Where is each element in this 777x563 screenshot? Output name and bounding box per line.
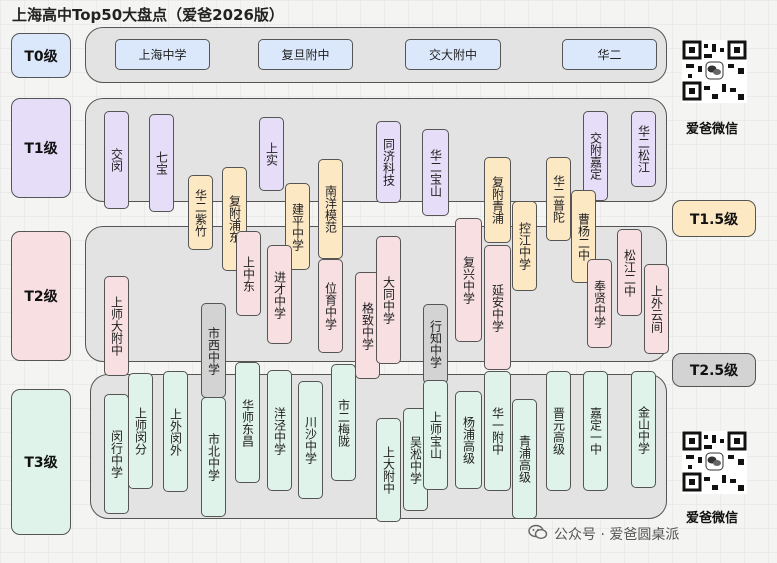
school-nanyang-mofan: 南洋模范 [318,159,343,259]
tier-label-t3: T3级 [11,389,71,535]
school-qingpu: 青浦高级 [512,399,537,519]
school-jiaoda-affiliated: 交大附中 [405,39,501,70]
qr-code-icon [682,431,747,494]
brand-label-bottom: 爱爸微信 [686,511,739,526]
school-minhang: 闵行中学 [104,394,129,514]
watermark-text: 公众号 · 爱爸圆桌派 [554,527,680,543]
school-datong: 大同中学 [376,236,401,364]
school-shier-meilong: 市二梅陇 [331,364,356,481]
school-jiading-yizhong: 嘉定一中 [583,371,608,491]
school-songjiang-erzhong: 松江二中 [617,229,642,316]
school-shangwai-yunjian: 上外云间 [644,264,669,354]
school-shangzhongdong: 上中东 [236,231,261,316]
school-jinshan: 金山中学 [631,371,656,488]
school-huashi-dongchang: 华师东昌 [235,362,260,483]
school-huaer-songjiang: 华二松江 [631,111,656,187]
school-jinyuan: 晋元高级 [546,371,571,491]
school-fudan-affiliated: 复旦附中 [258,39,353,70]
tier-label-t2-5: T2.5级 [672,353,756,387]
tier-label-t2: T2级 [11,231,71,361]
school-kongjiang: 控江中学 [512,201,537,291]
school-chuansha: 川沙中学 [298,381,323,499]
school-shanghai-high: 上海中学 [115,39,210,70]
school-fuxing: 复兴中学 [455,218,482,342]
school-shangshi-baoshan: 上师宝山 [423,380,448,490]
school-huaer-baoshan: 华二宝山 [422,129,449,216]
school-tongji-keji: 同济科技 [376,121,401,203]
school-huaer: 华二 [562,39,657,70]
school-shangshi: 上实 [259,117,284,191]
school-fufu-qingpu: 复附青浦 [484,157,511,243]
school-yangpu: 杨浦高级 [455,391,482,489]
tier-label-t0: T0级 [11,33,71,78]
school-qibao: 七宝 [149,114,174,212]
school-shangshi-minfen: 上师闵分 [128,373,153,489]
tier-label-t1-5: T1.5级 [672,200,756,237]
school-yanan: 延安中学 [484,245,511,370]
school-shixi: 市西中学 [201,303,226,398]
tier-label-t1: T1级 [11,98,71,198]
qr-code-icon [682,40,747,103]
school-jincai: 进才中学 [267,245,292,344]
school-yangjing: 洋泾中学 [267,370,292,491]
page-title: 上海高中Top50大盘点（爱爸2026版） [12,6,284,24]
school-huaer-zizhu: 华二紫竹 [188,175,213,250]
school-xingzhi: 行知中学 [423,304,448,384]
school-shangda-fuzhong: 上大附中 [376,418,401,522]
watermark: 公众号 · 爱爸圆桌派 [528,524,679,544]
school-fengxian: 奉贤中学 [587,259,612,348]
school-shibei: 市北中学 [201,397,226,517]
school-jiaofu-jiading: 交附嘉定 [583,111,608,201]
school-jiaomin: 交闵 [104,111,129,209]
school-weiyu: 位育中学 [318,259,343,353]
wechat-icon [528,524,548,544]
school-huayi-fuzhong: 华一附中 [484,371,511,491]
school-huaer-putuo: 华二普陀 [546,157,571,241]
school-shangwai-minwai: 上外闵外 [163,371,188,492]
school-shangshida-fuzhong: 上师大附中 [104,276,129,376]
brand-label-top: 爱爸微信 [686,122,739,137]
